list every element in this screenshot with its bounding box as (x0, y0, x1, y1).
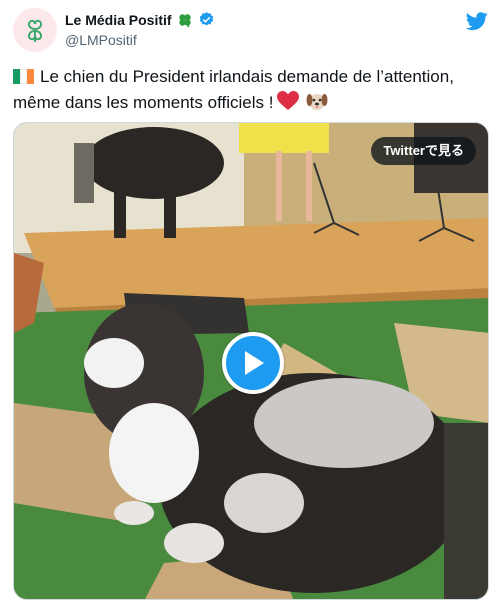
dog-face-icon (306, 94, 328, 110)
name-row: Le Média Positif (65, 11, 215, 28)
avatar[interactable] (13, 8, 57, 52)
twitter-bird-icon[interactable] (466, 10, 488, 32)
video-player[interactable]: Twitterで見る (13, 122, 489, 600)
tweet-card: Le Média Positif @LMPositif Le chien du … (0, 0, 500, 611)
ireland-flag-icon (13, 66, 34, 84)
tweet-text-block: Le chien du President irlandais demande … (13, 64, 493, 115)
tweet-text: Le chien du President irlandais demande … (13, 67, 454, 112)
red-heart-icon (277, 91, 300, 110)
verified-badge-icon (199, 12, 213, 26)
play-icon (245, 351, 264, 375)
display-name[interactable]: Le Média Positif (65, 12, 172, 28)
account-handle[interactable]: @LMPositif (65, 32, 137, 48)
four-leaf-clover-icon (178, 13, 191, 27)
four-leaf-clover-icon (27, 19, 43, 42)
view-on-twitter-button[interactable]: Twitterで見る (371, 137, 476, 165)
play-button[interactable] (222, 332, 284, 394)
